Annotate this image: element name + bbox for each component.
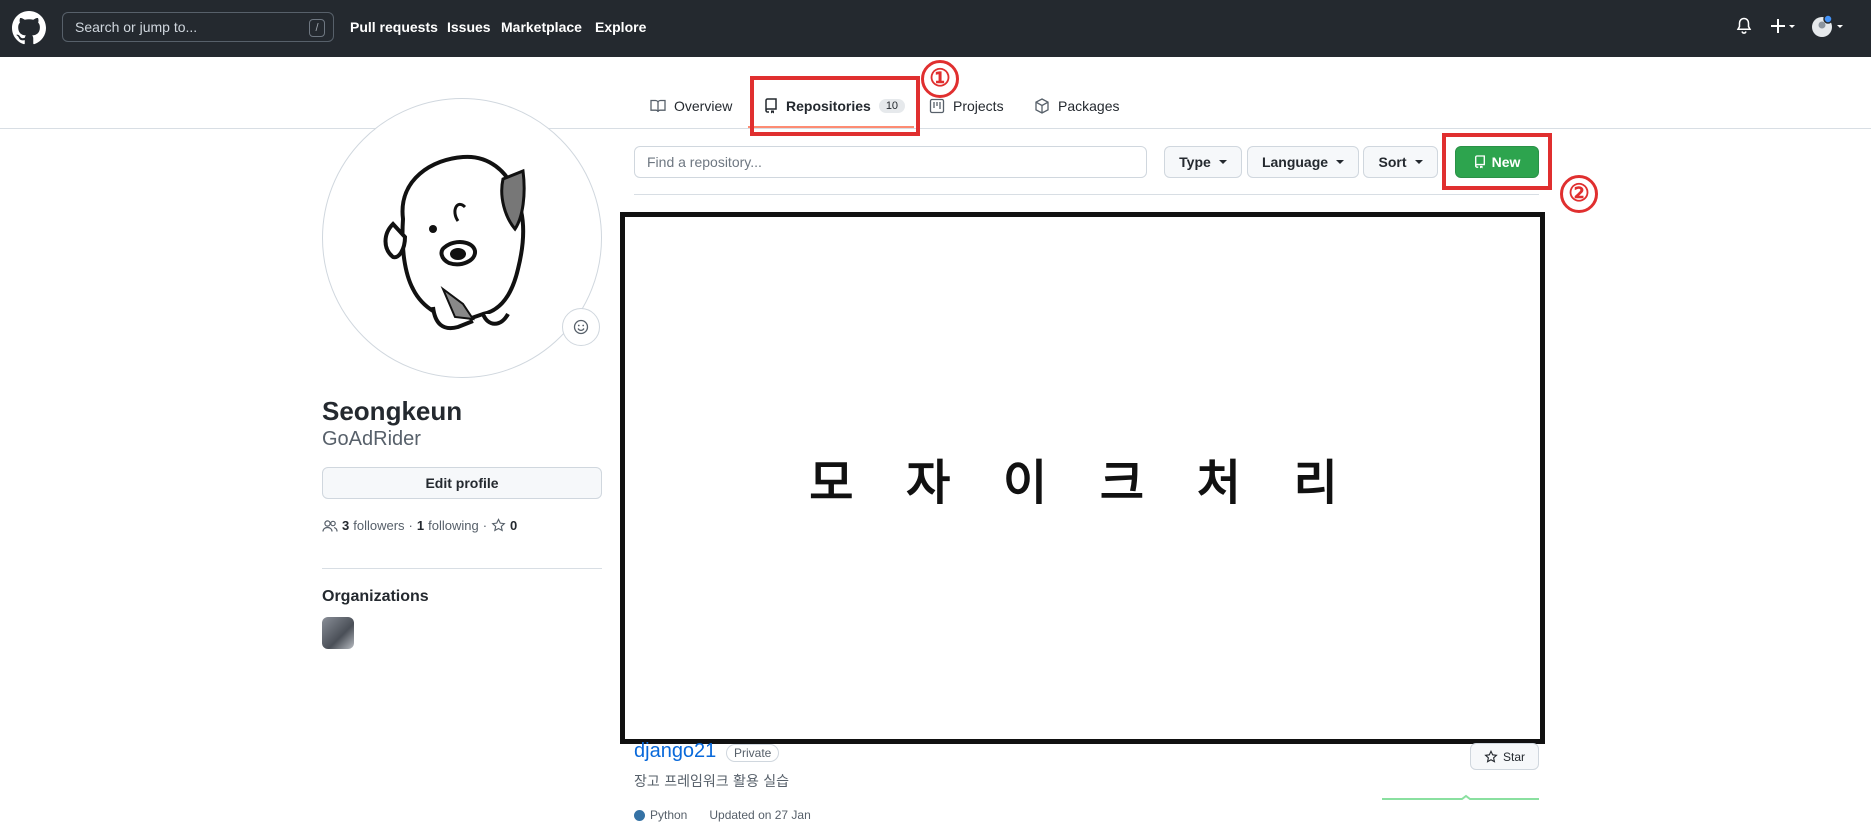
organization-avatar[interactable] [322,617,354,649]
follow-stats: 3 followers · 1 following · 0 [322,518,521,533]
chevron-down-icon [1218,160,1227,164]
chevron-down-icon [1414,160,1423,164]
tab-overview-label: Overview [674,98,733,114]
star-icon[interactable] [491,518,506,533]
sort-dropdown[interactable]: Sort [1363,146,1438,178]
repo-description: 장고 프레임워크 활용 실습 [634,774,790,790]
filter-divider [634,194,1539,195]
create-new-plus-icon[interactable] [1770,17,1798,35]
sort-label: Sort [1378,154,1407,170]
nav-explore[interactable]: Explore [595,19,646,35]
stars-count[interactable]: 0 [510,518,517,533]
annotation-box-repositories [750,76,920,136]
repo-updated: Updated on 27 Jan [709,808,811,822]
people-icon [322,519,338,532]
tab-packages[interactable]: Packages [1034,94,1119,118]
private-badge: Private [726,744,780,762]
annotation-marker-1: ① [921,60,959,98]
star-icon [1484,749,1498,763]
organizations-heading: Organizations [322,588,429,605]
slash-shortcut-key: / [309,19,325,37]
profile-name: Seongkeun [322,396,463,426]
following-link[interactable]: following [428,518,479,533]
tab-overview[interactable]: Overview [650,94,732,118]
github-logo-icon[interactable] [12,11,46,45]
nav-issues[interactable]: Issues [447,19,491,35]
sidebar-divider [322,568,602,569]
star-button-label: Star [1502,749,1525,764]
project-board-icon [929,98,945,114]
language-color-dot [634,809,645,821]
language-filter-dropdown[interactable]: Language [1247,146,1359,178]
language-filter-label: Language [1261,154,1329,170]
separator-dot: · [408,518,413,533]
star-repo-button[interactable]: Star [1470,743,1539,770]
package-icon [1035,98,1049,114]
user-avatar-menu-icon[interactable] [1811,14,1847,38]
activity-sparkline [1382,794,1539,800]
separator-dot: · [482,518,488,533]
annotation-marker-2: ② [1560,175,1598,213]
chevron-down-icon [1336,160,1345,164]
profile-login: GoAdRider [322,428,421,450]
book-icon [650,99,666,113]
profile-avatar[interactable] [322,98,602,378]
search-placeholder: Search or jump to... [75,19,198,35]
set-status-button[interactable] [562,308,600,346]
type-filter-dropdown[interactable]: Type [1164,146,1242,178]
tabs-divider [0,128,1871,129]
followers-count[interactable]: 3 [342,518,349,533]
mosaic-label: 모 자 이 크 처 리 [809,455,1356,511]
nav-marketplace[interactable]: Marketplace [501,19,582,35]
type-filter-label: Type [1179,154,1211,170]
global-search-input[interactable]: Search or jump to... / [62,12,334,42]
following-count[interactable]: 1 [417,518,424,533]
repo-language: Python [650,808,688,822]
edit-profile-button[interactable]: Edit profile [322,467,602,499]
notification-bell-icon[interactable] [1736,17,1752,35]
dog-illustration-icon [383,154,526,330]
annotation-box-new-button [1442,133,1552,190]
redacted-mosaic-area: 모 자 이 크 처 리 [620,212,1545,744]
followers-link[interactable]: followers [353,518,404,533]
repo-meta: Python Updated on 27 Jan [634,808,811,822]
repo-name-link[interactable]: django21 [634,740,716,763]
header-bar: Search or jump to... / Pull requests Iss… [0,0,1871,57]
nav-pull-requests[interactable]: Pull requests [350,19,438,35]
tab-packages-label: Packages [1058,98,1120,114]
smiley-icon [573,319,589,335]
find-repository-input[interactable] [634,146,1147,178]
tab-projects-label: Projects [953,98,1004,114]
